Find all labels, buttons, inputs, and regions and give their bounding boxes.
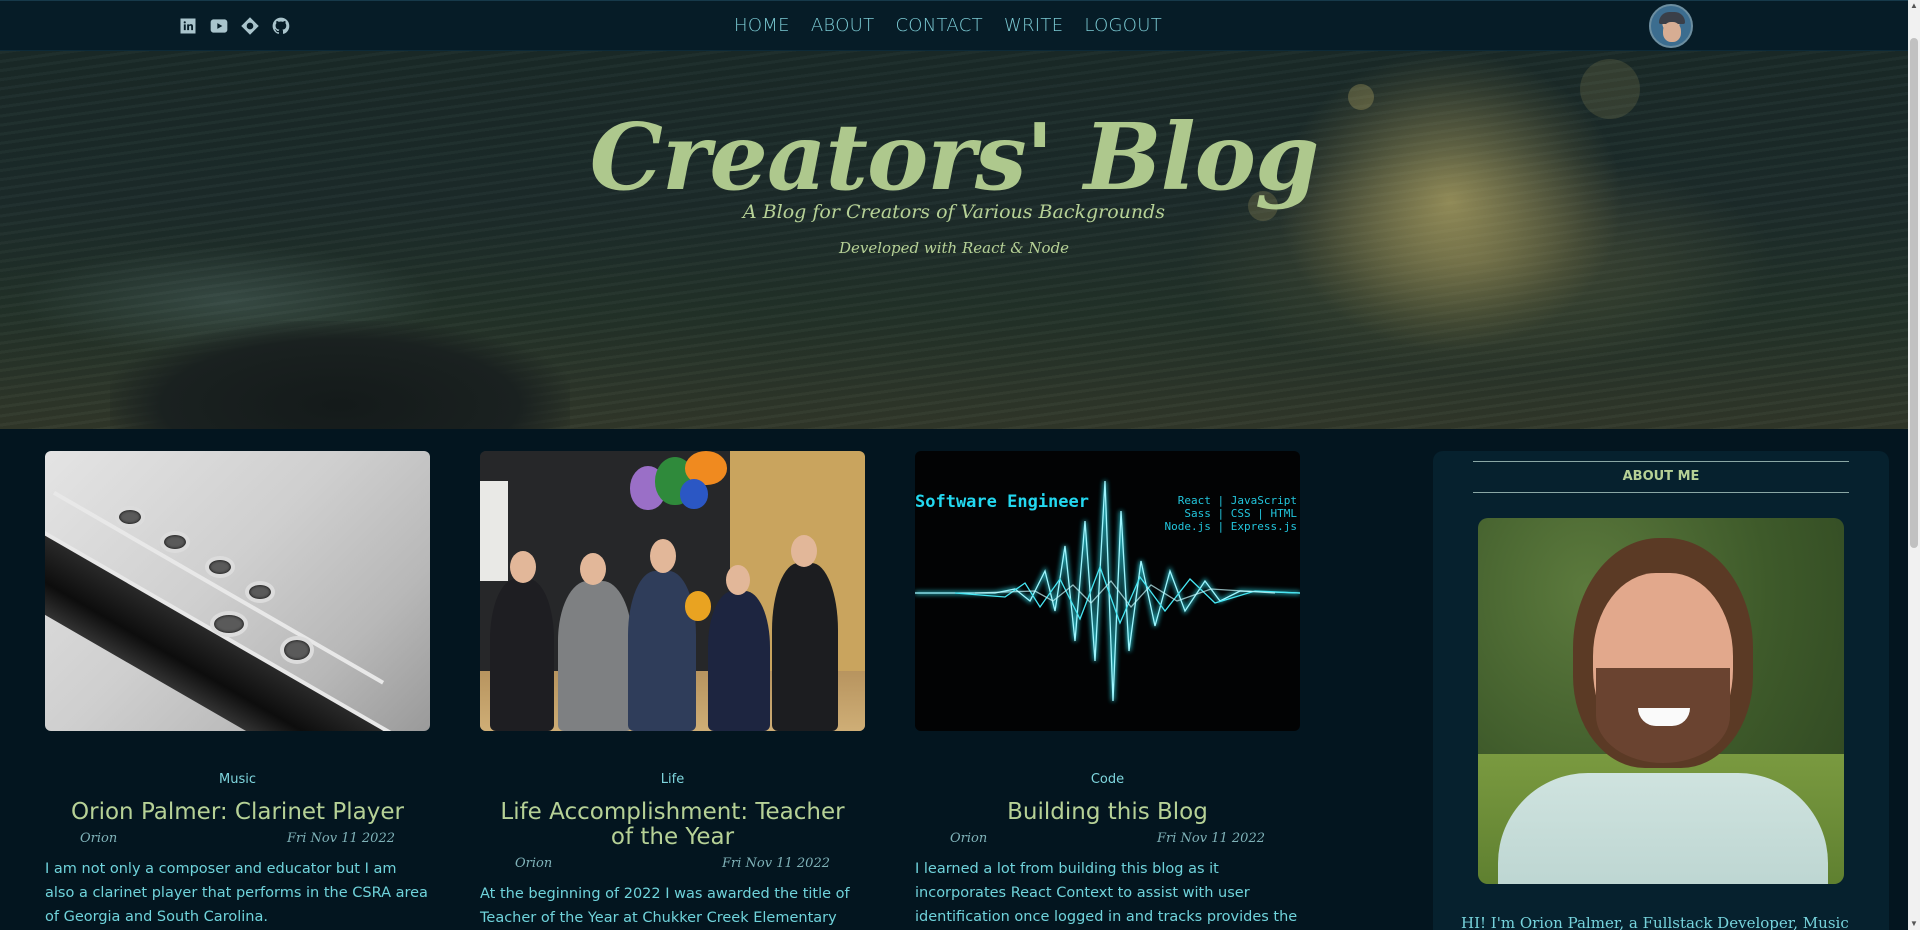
photo-shirt: [1498, 773, 1828, 884]
person: [558, 581, 632, 731]
diamond-icon[interactable]: [239, 15, 260, 36]
tech-line: Node.js | Express.js: [1164, 520, 1297, 533]
clarinet-key: [280, 636, 314, 664]
github-icon[interactable]: [270, 15, 291, 36]
nav-about-link[interactable]: ABOUT: [811, 15, 875, 36]
image-tech-stack: React | JavaScript Sass | CSS | HTML Nod…: [1165, 494, 1297, 533]
flowers: [685, 591, 711, 621]
person: [490, 579, 554, 731]
post-card: Life Life Accomplishment: Teacher of the…: [480, 451, 865, 930]
post-meta: Orion Fri Nov 11 2022: [915, 827, 1300, 851]
clarinet-key: [205, 556, 235, 578]
post-author: Orion: [515, 856, 553, 871]
sidebar-heading: ABOUT ME: [1473, 461, 1849, 493]
post-title[interactable]: Building this Blog: [915, 800, 1300, 825]
social-links: [177, 15, 291, 36]
avatar-face: [1663, 22, 1681, 42]
post-image-teacher[interactable]: [480, 451, 865, 731]
tech-line: Sass | CSS | HTML: [1184, 507, 1297, 520]
youtube-icon[interactable]: [208, 15, 229, 36]
hero-tech-note: Developed with React & Node: [838, 239, 1070, 257]
clarinet-key: [210, 611, 248, 637]
post-card: Music Orion Palmer: Clarinet Player Orio…: [45, 451, 430, 929]
hero-title: Creators' Blog: [589, 103, 1320, 211]
post-image-clarinet[interactable]: [45, 451, 430, 731]
hero-banner: Creators' Blog A Blog for Creators of Va…: [0, 51, 1908, 429]
projector-screen: [480, 481, 508, 581]
main-nav: HOME ABOUT CONTACT WRITE LOGOUT: [734, 15, 1162, 36]
about-sidebar: ABOUT ME HI! I'm Orion Palmer, a Fullsta…: [1433, 451, 1889, 930]
user-avatar[interactable]: [1649, 4, 1693, 48]
post-category[interactable]: Life: [480, 772, 865, 787]
post-excerpt: I learned a lot from building this blog …: [915, 861, 1298, 925]
page-scrollbar[interactable]: ▲ ▼: [1908, 0, 1920, 930]
scroll-up-arrow-icon[interactable]: ▲: [1910, 0, 1918, 12]
clarinet-key: [115, 506, 145, 528]
post-title[interactable]: Life Accomplishment: Teacher of the Year: [480, 800, 865, 850]
clarinet-key: [160, 531, 190, 553]
nav-home-link[interactable]: HOME: [734, 15, 790, 36]
person: [772, 563, 838, 731]
profile-photo: [1478, 518, 1844, 884]
person-head: [580, 553, 606, 585]
person-head: [650, 539, 676, 573]
post-category[interactable]: Music: [45, 772, 430, 787]
person-head: [726, 565, 750, 595]
clarinet-key: [245, 581, 275, 603]
scrollbar-thumb[interactable]: [1910, 38, 1918, 548]
post-title[interactable]: Orion Palmer: Clarinet Player: [45, 800, 430, 825]
person-head: [510, 551, 536, 583]
nav-write-link[interactable]: WRITE: [1004, 15, 1063, 36]
post-date: Fri Nov 11 2022: [722, 856, 830, 871]
scroll-down-arrow-icon[interactable]: ▼: [1910, 918, 1918, 930]
post-author: Orion: [80, 831, 118, 846]
balloon: [680, 479, 708, 509]
image-label: Software Engineer: [915, 492, 1089, 512]
post-category[interactable]: Code: [915, 772, 1300, 787]
person: [708, 591, 770, 731]
post-card: Software Engineer React | JavaScript Sas…: [915, 451, 1300, 930]
hero-rocks: [110, 321, 570, 429]
person: [628, 571, 696, 731]
post-excerpt: At the beginning of 2022 I was awarded t…: [480, 886, 850, 926]
post-author: Orion: [950, 831, 988, 846]
post-image-code[interactable]: Software Engineer React | JavaScript Sas…: [915, 451, 1300, 731]
post-meta: Orion Fri Nov 11 2022: [45, 827, 430, 851]
post-date: Fri Nov 11 2022: [1157, 831, 1265, 846]
post-date: Fri Nov 11 2022: [287, 831, 395, 846]
linkedin-icon[interactable]: [177, 15, 198, 36]
tech-line: React | JavaScript: [1177, 494, 1297, 507]
person-head: [791, 535, 817, 567]
nav-logout-link[interactable]: LOGOUT: [1084, 15, 1162, 36]
post-meta: Orion Fri Nov 11 2022: [480, 852, 865, 876]
nav-contact-link[interactable]: CONTACT: [895, 15, 982, 36]
hero-subtitle: A Blog for Creators of Various Backgroun…: [742, 201, 1166, 223]
top-navbar: HOME ABOUT CONTACT WRITE LOGOUT: [0, 0, 1908, 51]
post-excerpt: I am not only a composer and educator bu…: [45, 861, 428, 925]
sidebar-bio: HI! I'm Orion Palmer, a Fullstack Develo…: [1461, 914, 1849, 930]
